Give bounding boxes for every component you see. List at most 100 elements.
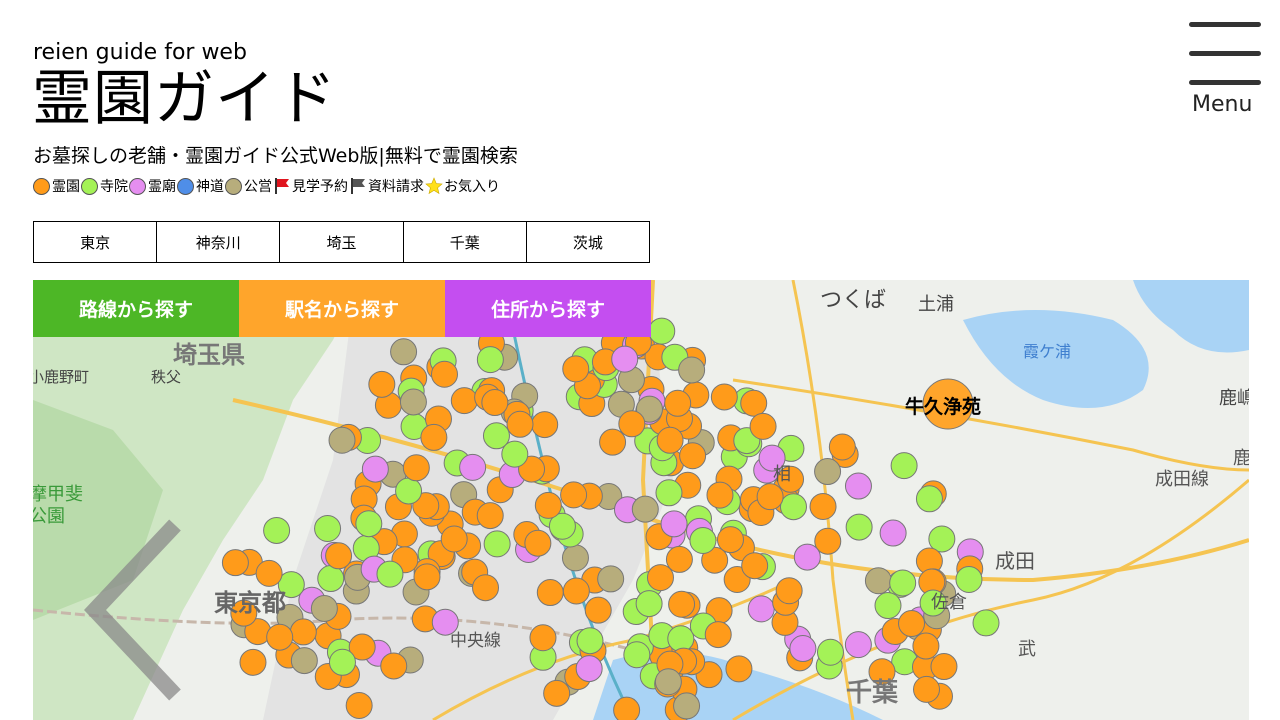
cemetery-marker[interactable]	[912, 632, 940, 660]
cemetery-marker[interactable]	[317, 565, 345, 593]
cemetery-marker[interactable]	[635, 590, 663, 618]
cemetery-marker[interactable]	[816, 638, 844, 666]
cemetery-marker[interactable]	[845, 513, 873, 541]
cemetery-marker[interactable]	[864, 567, 892, 595]
search-by-line-tab[interactable]: 路線から探す	[33, 280, 239, 337]
tab-ibaraki[interactable]: 茨城	[527, 222, 649, 262]
search-by-station-tab[interactable]: 駅名から探す	[239, 280, 445, 337]
cemetery-marker[interactable]	[562, 355, 590, 383]
cemetery-marker[interactable]	[476, 502, 504, 530]
cemetery-marker[interactable]	[402, 454, 430, 482]
cemetery-marker[interactable]	[376, 560, 404, 588]
cemetery-marker[interactable]	[239, 648, 267, 676]
tab-kanagawa[interactable]: 神奈川	[157, 222, 281, 262]
cemetery-marker[interactable]	[413, 563, 441, 591]
cemetery-marker[interactable]	[656, 426, 684, 454]
cemetery-marker[interactable]	[660, 510, 688, 538]
cemetery-marker[interactable]	[481, 389, 509, 417]
site-logo[interactable]: 霊園ガイド	[32, 66, 337, 132]
cemetery-marker[interactable]	[678, 356, 706, 384]
cemetery-marker[interactable]	[618, 410, 646, 438]
cemetery-marker[interactable]	[345, 691, 373, 719]
cemetery-marker[interactable]	[368, 370, 396, 398]
cemetery-marker[interactable]	[534, 491, 562, 519]
cemetery-marker[interactable]	[562, 577, 590, 605]
cemetery-marker[interactable]	[459, 453, 487, 481]
tab-saitama[interactable]: 埼玉	[280, 222, 404, 262]
cemetery-map[interactable]: 埼玉県 小鹿野町 秩父 東京都 中央線 つくば 土浦 霞ケ浦 鹿嶋 成田線 成田…	[33, 280, 1249, 720]
cemetery-marker[interactable]	[328, 648, 356, 676]
cemetery-marker[interactable]	[809, 492, 837, 520]
cemetery-marker[interactable]	[390, 338, 418, 366]
cemetery-marker[interactable]	[844, 631, 872, 659]
cemetery-marker[interactable]	[529, 624, 557, 652]
cemetery-marker[interactable]	[704, 621, 732, 649]
search-by-address-tab[interactable]: 住所から探す	[445, 280, 651, 337]
cemetery-marker[interactable]	[310, 594, 338, 622]
poi-ushiku-joen[interactable]: 牛久浄苑	[905, 392, 981, 419]
cemetery-marker[interactable]	[536, 579, 564, 607]
cemetery-marker[interactable]	[506, 410, 534, 438]
cemetery-marker[interactable]	[972, 609, 1000, 637]
cemetery-marker[interactable]	[395, 477, 423, 505]
cemetery-marker[interactable]	[725, 655, 753, 683]
cemetery-marker[interactable]	[263, 516, 291, 544]
cemetery-marker[interactable]	[560, 481, 588, 509]
cemetery-marker[interactable]	[775, 577, 803, 605]
cemetery-marker[interactable]	[879, 519, 907, 547]
cemetery-marker[interactable]	[648, 317, 676, 345]
cemetery-marker[interactable]	[679, 442, 707, 470]
chevron-left-icon[interactable]	[70, 510, 190, 710]
cemetery-marker[interactable]	[631, 495, 659, 523]
cemetery-marker[interactable]	[611, 345, 639, 373]
cemetery-marker[interactable]	[584, 596, 612, 624]
cemetery-marker[interactable]	[483, 530, 511, 558]
cemetery-marker[interactable]	[531, 411, 559, 439]
cemetery-marker[interactable]	[221, 549, 249, 577]
cemetery-marker[interactable]	[328, 426, 356, 454]
cemetery-marker[interactable]	[654, 668, 682, 696]
cemetery-marker[interactable]	[668, 590, 696, 618]
cemetery-marker[interactable]	[874, 592, 902, 620]
cemetery-marker[interactable]	[289, 618, 317, 646]
cemetery-marker[interactable]	[430, 360, 458, 388]
cemetery-marker[interactable]	[828, 433, 856, 461]
cemetery-marker[interactable]	[930, 653, 958, 681]
cemetery-marker[interactable]	[361, 455, 389, 483]
cemetery-marker[interactable]	[814, 458, 842, 486]
cemetery-marker[interactable]	[450, 387, 478, 415]
cemetery-marker[interactable]	[476, 346, 504, 374]
cemetery-marker[interactable]	[472, 574, 500, 602]
cemetery-marker[interactable]	[543, 679, 571, 707]
cemetery-marker[interactable]	[793, 543, 821, 571]
cemetery-marker[interactable]	[623, 641, 651, 669]
cemetery-marker[interactable]	[689, 526, 717, 554]
cemetery-marker[interactable]	[597, 565, 625, 593]
cemetery-marker[interactable]	[915, 485, 943, 513]
cemetery-marker[interactable]	[749, 412, 777, 440]
menu-button[interactable]: Menu	[1184, 20, 1261, 120]
cemetery-marker[interactable]	[664, 389, 692, 417]
cemetery-marker[interactable]	[747, 595, 775, 623]
cemetery-marker[interactable]	[673, 692, 701, 720]
cemetery-marker[interactable]	[599, 428, 627, 456]
cemetery-marker[interactable]	[561, 544, 589, 572]
cemetery-marker[interactable]	[266, 623, 294, 651]
tab-chiba[interactable]: 千葉	[404, 222, 527, 262]
cemetery-marker[interactable]	[355, 510, 383, 538]
cemetery-marker[interactable]	[655, 479, 683, 507]
cemetery-marker[interactable]	[756, 483, 784, 511]
cemetery-marker[interactable]	[667, 625, 695, 653]
cemetery-marker[interactable]	[779, 493, 807, 521]
cemetery-marker[interactable]	[290, 647, 318, 675]
tab-tokyo[interactable]: 東京	[34, 222, 158, 262]
cemetery-marker[interactable]	[646, 564, 674, 592]
cemetery-marker[interactable]	[898, 610, 926, 638]
cemetery-marker[interactable]	[314, 514, 342, 542]
cemetery-marker[interactable]	[576, 627, 604, 655]
cemetery-marker[interactable]	[325, 542, 353, 570]
cemetery-marker[interactable]	[524, 529, 552, 557]
cemetery-marker[interactable]	[890, 452, 918, 480]
cemetery-marker[interactable]	[913, 675, 941, 703]
cemetery-marker[interactable]	[501, 440, 529, 468]
